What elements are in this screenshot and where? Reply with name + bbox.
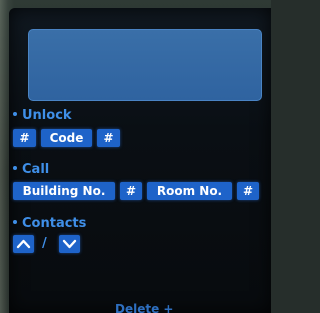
unlock-section-label: Unlock <box>13 108 72 123</box>
bullet-icon <box>13 219 17 224</box>
bullet-icon <box>13 165 17 170</box>
chevron-up-icon <box>16 239 31 249</box>
unlock-label: Unlock <box>22 108 72 123</box>
bullet-icon <box>13 111 17 116</box>
unlock-hash-key-1[interactable]: # <box>13 129 36 147</box>
contacts-down-button[interactable] <box>59 235 80 253</box>
call-hash-key-1[interactable]: # <box>120 182 142 200</box>
input-display <box>28 29 262 101</box>
call-hash-key-2[interactable]: # <box>237 182 259 200</box>
contacts-section-label: Contacts <box>13 216 86 231</box>
intercom-panel: Unlock # Code # Call Building No. # Room… <box>0 0 271 313</box>
contacts-label: Contacts <box>22 216 87 231</box>
delete-label[interactable]: Delete + <box>115 302 173 313</box>
contacts-up-button[interactable] <box>13 235 34 253</box>
call-label: Call <box>22 162 50 177</box>
building-no-key[interactable]: Building No. <box>13 182 115 200</box>
room-no-key[interactable]: Room No. <box>147 182 232 200</box>
chevron-down-icon <box>62 239 77 249</box>
unlock-hash-key-2[interactable]: # <box>97 129 120 147</box>
contacts-separator: / <box>42 236 47 251</box>
call-section-label: Call <box>13 162 49 177</box>
unlock-code-key[interactable]: Code <box>41 129 92 147</box>
